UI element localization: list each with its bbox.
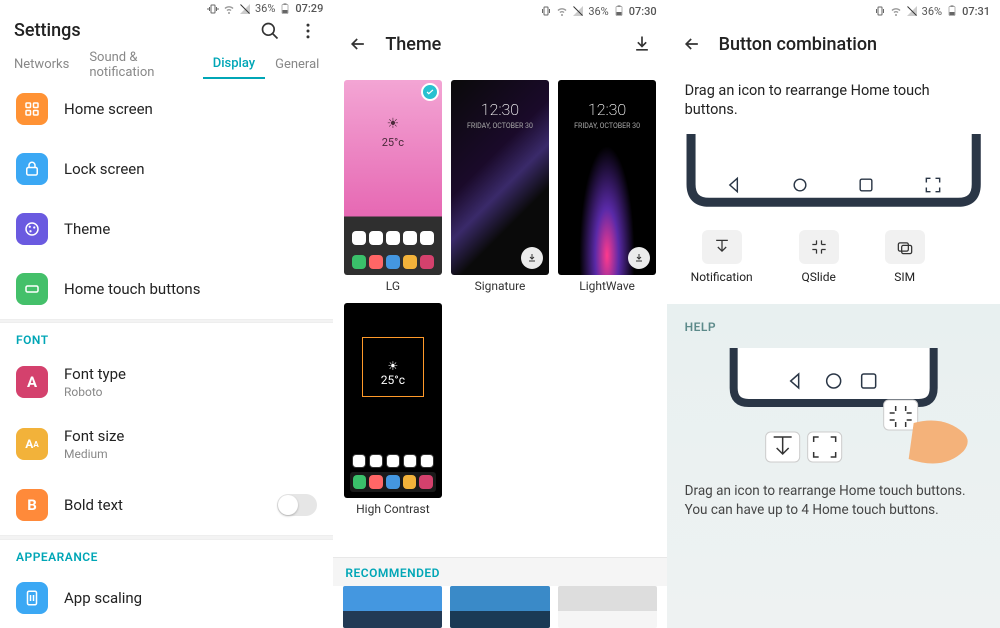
expand-nav-icon[interactable] xyxy=(918,172,948,198)
page-title: Theme xyxy=(385,34,614,55)
search-icon[interactable] xyxy=(259,20,281,42)
header: Theme xyxy=(333,20,666,68)
battery-icon xyxy=(613,5,625,17)
rec-theme-2[interactable] xyxy=(450,586,549,628)
theme-lg-thumb: ☀25°c xyxy=(344,80,442,275)
wifi-icon xyxy=(890,5,902,17)
tab-display[interactable]: Display xyxy=(203,50,265,79)
lock-icon xyxy=(16,153,48,185)
download-badge-icon xyxy=(521,247,543,269)
theme-panel: 36% 07:30 Theme ☀25°c LG 12:30FRIDAY, OC… xyxy=(333,0,666,628)
nosignal-icon xyxy=(572,5,584,17)
theme-icon xyxy=(16,213,48,245)
tabs: Networks Sound & notification Display Ge… xyxy=(0,47,333,79)
bold-icon: B xyxy=(16,489,48,521)
home-icon xyxy=(16,93,48,125)
item-theme[interactable]: Theme xyxy=(0,199,333,259)
item-font-size[interactable]: AA Font sizeMedium xyxy=(0,413,333,475)
battery-icon xyxy=(279,3,291,15)
back-icon[interactable] xyxy=(347,33,369,55)
status-bar: 36% 07:31 xyxy=(667,0,1000,20)
theme-hc-thumb: ☀25°c xyxy=(344,303,442,498)
item-touch-buttons[interactable]: Home touch buttons xyxy=(0,259,333,319)
back-icon[interactable] xyxy=(681,33,703,55)
sim-icon xyxy=(885,230,925,264)
home-nav-icon[interactable] xyxy=(785,172,815,198)
touch-icon xyxy=(16,273,48,305)
tab-general[interactable]: General xyxy=(265,51,329,78)
navbar-preview xyxy=(683,134,984,210)
selected-check-icon xyxy=(421,83,439,101)
item-font-type[interactable]: A Font typeRoboto xyxy=(0,351,333,413)
extra-sim[interactable]: SIM xyxy=(885,230,925,284)
header: Button combination xyxy=(667,20,1000,68)
vibrate-icon xyxy=(207,3,219,15)
wifi-icon xyxy=(223,3,235,15)
vibrate-icon xyxy=(874,5,886,17)
item-bold-text[interactable]: B Bold text xyxy=(0,475,333,535)
fontsize-icon: AA xyxy=(16,428,48,460)
notification-icon xyxy=(702,230,742,264)
download-badge-icon xyxy=(628,247,650,269)
fonttype-icon: A xyxy=(16,366,48,398)
tab-networks[interactable]: Networks xyxy=(4,51,79,78)
battery-pct: 36% xyxy=(255,2,275,15)
help-section: HELP Drag an icon to rearrange Home touc… xyxy=(667,304,1000,628)
appscale-icon xyxy=(16,582,48,614)
section-font: FONT xyxy=(0,323,333,351)
theme-lw-thumb: 12:30FRIDAY, OCTOBER 30 xyxy=(558,80,656,275)
more-icon[interactable] xyxy=(297,20,319,42)
battery-icon xyxy=(946,5,958,17)
theme-grid: ☀25°c LG 12:30FRIDAY, OCTOBER 30 Signatu… xyxy=(333,68,666,528)
nosignal-icon xyxy=(239,3,251,15)
nosignal-icon xyxy=(906,5,918,17)
theme-highcontrast[interactable]: ☀25°c High Contrast xyxy=(343,303,442,516)
back-nav-icon[interactable] xyxy=(719,172,749,198)
download-icon[interactable] xyxy=(631,33,653,55)
theme-lightwave[interactable]: 12:30FRIDAY, OCTOBER 30 LightWave xyxy=(558,80,657,293)
theme-signature[interactable]: 12:30FRIDAY, OCTOBER 30 Signature xyxy=(450,80,549,293)
help-illustration xyxy=(695,348,972,468)
settings-panel: 36% 07:29 Settings Networks Sound & noti… xyxy=(0,0,333,628)
help-text: Drag an icon to rearrange Home touch but… xyxy=(685,482,982,520)
theme-sig-thumb: 12:30FRIDAY, OCTOBER 30 xyxy=(451,80,549,275)
rec-theme-1[interactable] xyxy=(343,586,442,628)
qslide-icon xyxy=(799,230,839,264)
button-combo-panel: 36% 07:31 Button combination Drag an ico… xyxy=(667,0,1000,628)
theme-lg[interactable]: ☀25°c LG xyxy=(343,80,442,293)
recommended-grid xyxy=(333,586,666,628)
extra-qslide[interactable]: QSlide xyxy=(799,230,839,284)
vibrate-icon xyxy=(540,5,552,17)
help-label: HELP xyxy=(685,320,982,334)
status-bar: 36% 07:29 xyxy=(0,0,333,15)
header: Settings xyxy=(0,15,333,47)
status-bar: 36% 07:30 xyxy=(333,0,666,20)
rec-theme-3[interactable] xyxy=(558,586,657,628)
wifi-icon xyxy=(556,5,568,17)
item-lock-screen[interactable]: Lock screen xyxy=(0,139,333,199)
page-title: Settings xyxy=(14,20,243,41)
recent-nav-icon[interactable] xyxy=(851,172,881,198)
extra-buttons: Notification QSlide SIM xyxy=(667,220,1000,304)
clock: 07:29 xyxy=(295,2,323,15)
section-appearance: APPEARANCE xyxy=(0,540,333,568)
page-title: Button combination xyxy=(719,34,986,55)
bold-toggle[interactable] xyxy=(277,494,317,516)
extra-notification[interactable]: Notification xyxy=(691,230,753,284)
recommended-header: RECOMMENDED xyxy=(333,557,666,586)
instruction-text: Drag an icon to rearrange Home touch but… xyxy=(667,68,1000,128)
item-home-screen[interactable]: Home screen xyxy=(0,79,333,139)
item-app-scaling[interactable]: App scaling xyxy=(0,568,333,628)
